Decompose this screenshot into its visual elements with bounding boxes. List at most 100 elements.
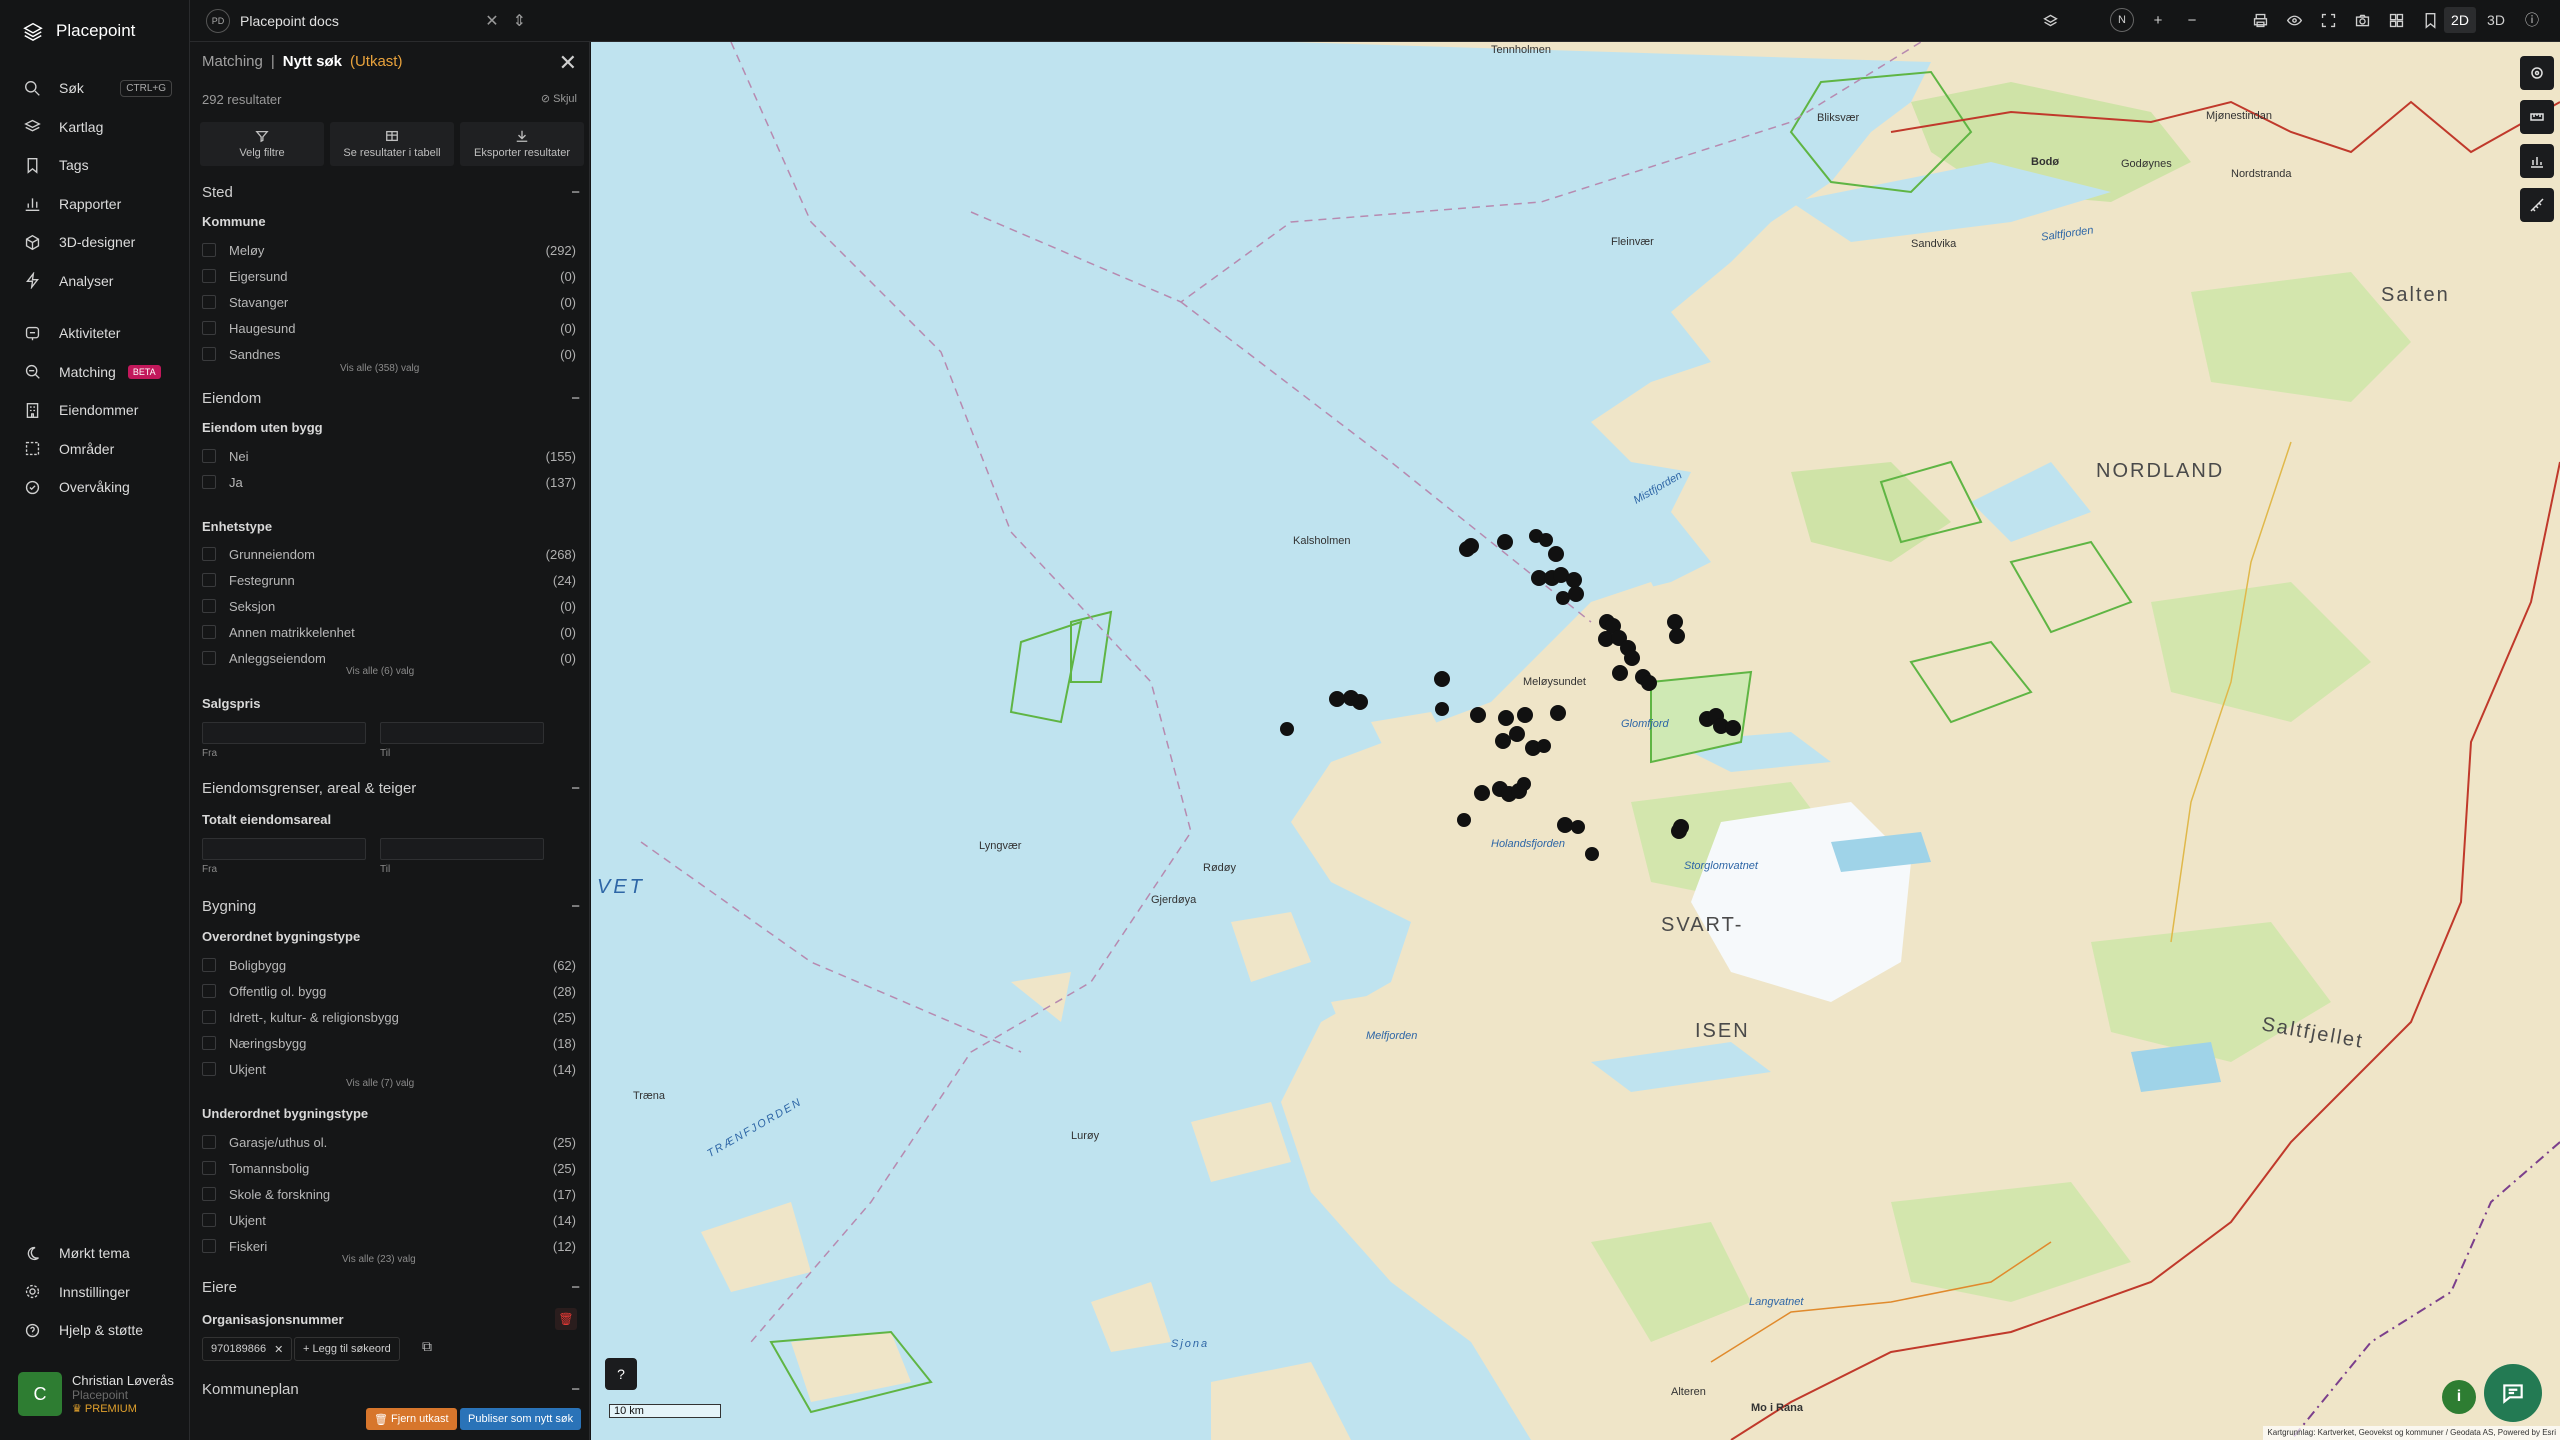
filter-option[interactable]: Skole & forskning (17) (202, 1181, 576, 1207)
area-from-input[interactable] (202, 838, 366, 860)
checkbox[interactable] (202, 295, 216, 309)
nav-item-omrader[interactable]: Områder (0, 430, 190, 469)
map-view[interactable]: Tennholmen Mjønestindan Bodø Godøynes Sa… (591, 42, 2560, 1440)
section-bygning[interactable]: Bygning − (202, 898, 580, 915)
filter-option[interactable]: Tomannsbolig (25) (202, 1155, 576, 1181)
filter-option[interactable]: Eigersund (0) (202, 263, 576, 289)
nav-item-help[interactable]: Hjelp & støtte (0, 1311, 190, 1350)
collapse-icon[interactable]: − (571, 898, 580, 915)
section-sted[interactable]: Sted − (202, 184, 580, 201)
filter-option[interactable]: Meløy (292) (202, 237, 576, 263)
collapse-icon[interactable]: − (571, 1381, 580, 1398)
filter-option[interactable]: Ukjent (14) (202, 1207, 576, 1233)
chevron-updown-icon[interactable]: ⇕ (513, 11, 526, 31)
nav-item-analyser[interactable]: Analyser (0, 262, 190, 301)
close-icon[interactable]: ✕ (559, 50, 577, 76)
measure-icon[interactable] (2520, 188, 2554, 222)
show-all-link[interactable]: Vis alle (6) valg (346, 666, 414, 677)
filter-option[interactable]: Boligbygg (62) (202, 952, 576, 978)
nav-item-3d-designer[interactable]: 3D-designer (0, 223, 190, 262)
section-grenser[interactable]: Eiendomsgrenser, areal & teiger − (202, 780, 580, 797)
nav-item-aktiviteter[interactable]: Aktiviteter (0, 314, 190, 353)
filter-option[interactable]: Seksjon (0) (202, 593, 576, 619)
info-icon[interactable]: ⓘ (2516, 7, 2548, 33)
filter-option[interactable]: Nei (155) (202, 443, 576, 469)
checkbox[interactable] (202, 984, 216, 998)
section-kommuneplan[interactable]: Kommuneplan − (202, 1381, 580, 1398)
checkbox[interactable] (202, 958, 216, 972)
user-profile[interactable]: C Christian Løverås Placepoint ♛ PREMIUM (18, 1372, 174, 1416)
remove-draft-button[interactable]: 🗑 Fjern utkast (366, 1408, 457, 1430)
filter-option[interactable]: Stavanger (0) (202, 289, 576, 315)
section-eiere[interactable]: Eiere − (202, 1279, 580, 1296)
nav-item-settings[interactable]: Innstillinger (0, 1273, 190, 1312)
publish-button[interactable]: Publiser som nytt søk (460, 1408, 582, 1430)
checkbox[interactable] (202, 1213, 216, 1227)
section-eiendom[interactable]: Eiendom − (202, 390, 580, 407)
nav-item-matching[interactable]: Matching BETA (0, 353, 190, 392)
result-markers[interactable] (591, 42, 2560, 1440)
breadcrumb-parent[interactable]: Matching (202, 53, 263, 70)
checkbox[interactable] (202, 625, 216, 639)
collapse-icon[interactable]: − (571, 390, 580, 407)
fullscreen-icon[interactable] (2318, 10, 2338, 30)
north-compass-icon[interactable]: N (2110, 8, 2134, 32)
workspace-selector[interactable]: PD Placepoint docs ✕ ⇕ (206, 7, 526, 35)
view-table-button[interactable]: Se resultater i tabell (330, 122, 454, 166)
mode-3d-button[interactable]: 3D (2480, 7, 2512, 33)
checkbox[interactable] (202, 1036, 216, 1050)
camera-icon[interactable] (2352, 10, 2372, 30)
filter-option[interactable]: Grunneiendom (268) (202, 541, 576, 567)
nav-item-rapporter[interactable]: Rapporter (0, 185, 190, 224)
price-from-input[interactable] (202, 722, 366, 744)
choose-filters-button[interactable]: Velg filtre (200, 122, 324, 166)
clear-icon[interactable]: ✕ (485, 11, 498, 31)
checkbox[interactable] (202, 1062, 216, 1076)
brand[interactable]: Placepoint (22, 20, 135, 42)
remove-chip-icon[interactable]: ✕ (274, 1343, 283, 1356)
area-to-input[interactable] (380, 838, 544, 860)
filter-option[interactable]: Annen matrikkelenhet (0) (202, 619, 576, 645)
show-all-link[interactable]: Vis alle (358) valg (340, 363, 419, 374)
checkbox[interactable] (202, 573, 216, 587)
zoom-out-icon[interactable]: − (2182, 10, 2202, 30)
chart-icon[interactable] (2520, 144, 2554, 178)
checkbox[interactable] (202, 651, 216, 665)
locate-icon[interactable] (2520, 56, 2554, 90)
checkbox[interactable] (202, 1010, 216, 1024)
zoom-in-icon[interactable]: + (2148, 10, 2168, 30)
grid-icon[interactable] (2386, 10, 2406, 30)
eye-icon[interactable] (2284, 10, 2304, 30)
show-all-link[interactable]: Vis alle (7) valg (346, 1078, 414, 1089)
ruler-icon[interactable] (2520, 100, 2554, 134)
info-button[interactable]: i (2442, 1380, 2476, 1414)
mode-2d-button[interactable]: 2D (2444, 7, 2476, 33)
show-all-link[interactable]: Vis alle (23) valg (342, 1254, 416, 1265)
checkbox[interactable] (202, 1135, 216, 1149)
checkbox[interactable] (202, 599, 216, 613)
trash-icon[interactable]: 🗑 (555, 1308, 577, 1330)
checkbox[interactable] (202, 1239, 216, 1253)
chat-button[interactable] (2484, 1364, 2542, 1422)
filter-option[interactable]: Garasje/uthus ol. (25) (202, 1129, 576, 1155)
checkbox[interactable] (202, 243, 216, 257)
nav-item-dark-theme[interactable]: Mørkt tema (0, 1234, 190, 1273)
checkbox[interactable] (202, 347, 216, 361)
checkbox[interactable] (202, 321, 216, 335)
hide-toggle[interactable]: ⊘ Skjul (541, 92, 577, 105)
nav-item-overvaking[interactable]: Overvåking (0, 468, 190, 507)
property-markers[interactable] (1280, 529, 1741, 861)
filter-option[interactable]: Næringsbygg (18) (202, 1030, 576, 1056)
filter-option[interactable]: Ja (137) (202, 469, 576, 495)
collapse-icon[interactable]: − (571, 184, 580, 201)
filter-option[interactable]: Festegrunn (24) (202, 567, 576, 593)
copy-icon[interactable]: ⧉ (422, 1338, 432, 1355)
checkbox[interactable] (202, 449, 216, 463)
filter-option[interactable]: Offentlig ol. bygg (28) (202, 978, 576, 1004)
search-term-chip[interactable]: 970189866 ✕ (202, 1337, 293, 1361)
checkbox[interactable] (202, 547, 216, 561)
map-help-button[interactable]: ? (605, 1358, 637, 1390)
bookmark-icon[interactable] (2420, 10, 2440, 30)
checkbox[interactable] (202, 1161, 216, 1175)
add-keyword-button[interactable]: + Legg til søkeord (294, 1337, 400, 1361)
